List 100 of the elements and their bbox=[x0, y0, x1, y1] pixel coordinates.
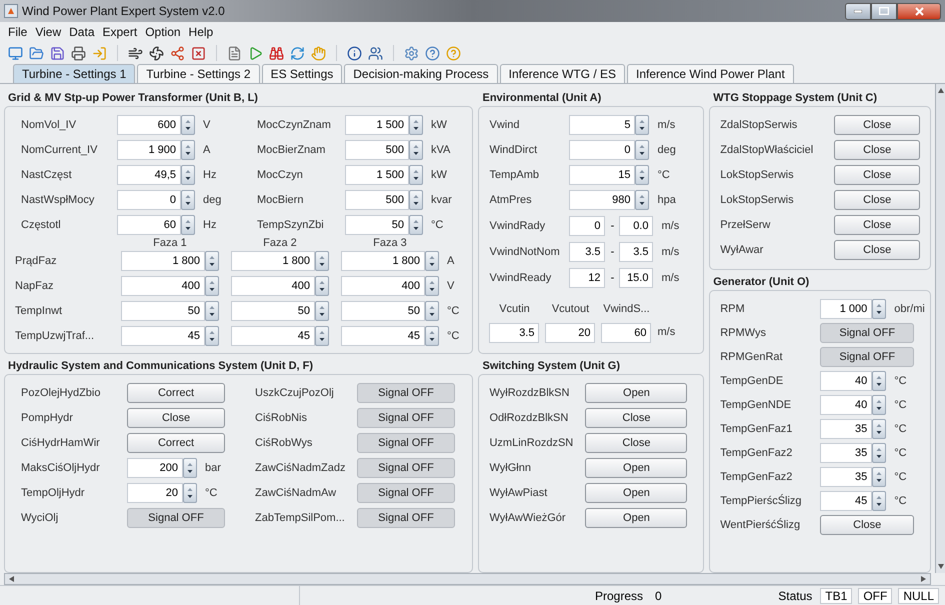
state-button[interactable]: Close bbox=[834, 140, 920, 160]
number-field[interactable]: 49,5 bbox=[117, 165, 181, 185]
scroll-up-icon[interactable] bbox=[938, 88, 944, 93]
state-button[interactable]: Close bbox=[834, 215, 920, 235]
spinner-button[interactable] bbox=[409, 115, 423, 135]
share-icon[interactable] bbox=[170, 46, 185, 60]
number-field[interactable]: 500 bbox=[345, 140, 409, 160]
spinner-button[interactable] bbox=[181, 115, 195, 135]
number-field[interactable]: 3.5 bbox=[569, 242, 606, 262]
number-field[interactable]: 500 bbox=[345, 190, 409, 210]
refresh-icon[interactable] bbox=[290, 46, 305, 60]
minimize-button[interactable] bbox=[845, 2, 871, 20]
spinner-button[interactable] bbox=[425, 326, 439, 346]
number-field[interactable]: 20 bbox=[127, 483, 183, 503]
play-icon[interactable] bbox=[248, 46, 263, 60]
tab[interactable]: Turbine - Settings 1 bbox=[13, 64, 136, 83]
number-field[interactable]: 40 bbox=[820, 371, 872, 391]
number-field[interactable]: 1 800 bbox=[341, 251, 425, 271]
spinner-button[interactable] bbox=[409, 190, 423, 210]
number-field[interactable]: 200 bbox=[127, 458, 183, 478]
spinner-button[interactable] bbox=[872, 443, 886, 463]
scroll-right-icon[interactable] bbox=[921, 576, 926, 582]
number-field[interactable]: 20 bbox=[545, 322, 596, 342]
number-field[interactable]: 1 800 bbox=[121, 251, 205, 271]
folder-icon[interactable] bbox=[29, 46, 44, 60]
settings-icon[interactable] bbox=[404, 46, 419, 60]
spinner-button[interactable] bbox=[872, 395, 886, 415]
number-field[interactable]: 3.5 bbox=[619, 242, 654, 262]
state-button[interactable]: Correct bbox=[127, 383, 225, 403]
spinner-button[interactable] bbox=[315, 276, 329, 296]
state-button[interactable]: Close bbox=[834, 240, 920, 260]
spinner-button[interactable] bbox=[181, 165, 195, 185]
spinner-button[interactable] bbox=[872, 419, 886, 439]
number-field[interactable]: 35 bbox=[820, 443, 872, 463]
save-icon[interactable] bbox=[50, 46, 65, 60]
spinner-button[interactable] bbox=[425, 276, 439, 296]
menu-item[interactable]: Option bbox=[145, 23, 181, 41]
users-icon[interactable] bbox=[368, 46, 383, 60]
signal-button[interactable]: Signal OFF bbox=[820, 347, 914, 367]
signal-button[interactable]: Signal OFF bbox=[357, 433, 455, 453]
spinner-button[interactable] bbox=[205, 301, 219, 321]
monitor-icon[interactable] bbox=[8, 46, 23, 60]
menu-item[interactable]: Help bbox=[188, 23, 214, 41]
number-field[interactable]: 15.0 bbox=[619, 268, 654, 288]
number-field[interactable]: 50 bbox=[121, 301, 205, 321]
number-field[interactable]: 980 bbox=[569, 190, 636, 210]
signal-button[interactable]: Signal OFF bbox=[357, 483, 455, 503]
number-field[interactable]: 0.0 bbox=[619, 216, 654, 236]
number-field[interactable]: 15 bbox=[569, 165, 636, 185]
state-button[interactable]: Close bbox=[585, 433, 688, 453]
spinner-button[interactable] bbox=[315, 301, 329, 321]
spinner-button[interactable] bbox=[635, 190, 650, 210]
printer-icon[interactable] bbox=[71, 46, 86, 60]
state-button[interactable]: Open bbox=[585, 483, 688, 503]
tab[interactable]: Decision-making Process bbox=[344, 64, 498, 83]
signal-button[interactable]: Signal OFF bbox=[357, 508, 455, 528]
number-field[interactable]: 45 bbox=[341, 326, 425, 346]
number-field[interactable]: 12 bbox=[569, 268, 606, 288]
spinner-button[interactable] bbox=[181, 215, 195, 235]
state-button[interactable]: Close bbox=[834, 115, 920, 135]
spinner-button[interactable] bbox=[872, 467, 886, 487]
close-button[interactable] bbox=[897, 2, 941, 20]
spinner-button[interactable] bbox=[409, 140, 423, 160]
spinner-button[interactable] bbox=[635, 115, 650, 135]
number-field[interactable]: 1 500 bbox=[345, 165, 409, 185]
state-button[interactable]: Close bbox=[585, 408, 688, 428]
vertical-scrollbar[interactable] bbox=[935, 84, 945, 573]
wind-icon[interactable] bbox=[128, 46, 143, 60]
state-button[interactable]: Open bbox=[585, 383, 688, 403]
spinner-button[interactable] bbox=[409, 215, 423, 235]
spinner-button[interactable] bbox=[181, 140, 195, 160]
menu-item[interactable]: Expert bbox=[102, 23, 138, 41]
spinner-button[interactable] bbox=[872, 371, 886, 391]
number-field[interactable]: 35 bbox=[820, 419, 872, 439]
scroll-down-icon[interactable] bbox=[938, 564, 944, 569]
tab[interactable]: Inference Wind Power Plant bbox=[627, 64, 794, 83]
window-x-icon[interactable] bbox=[191, 46, 206, 60]
document-icon[interactable] bbox=[227, 46, 242, 60]
number-field[interactable]: 600 bbox=[117, 115, 181, 135]
number-field[interactable]: 60 bbox=[117, 215, 181, 235]
spinner-button[interactable] bbox=[315, 251, 329, 271]
menu-item[interactable]: Data bbox=[69, 23, 94, 41]
spinner-button[interactable] bbox=[205, 251, 219, 271]
spinner-button[interactable] bbox=[635, 165, 650, 185]
signal-button[interactable]: Signal OFF bbox=[357, 458, 455, 478]
number-field[interactable]: 0 bbox=[569, 216, 606, 236]
tab[interactable]: Turbine - Settings 2 bbox=[137, 64, 260, 83]
menu-item[interactable]: File bbox=[8, 23, 28, 41]
number-field[interactable]: 1 000 bbox=[820, 299, 872, 319]
help-icon[interactable] bbox=[425, 46, 440, 60]
signal-button[interactable]: Signal OFF bbox=[820, 323, 914, 343]
scroll-left-icon[interactable] bbox=[9, 576, 14, 582]
spinner-button[interactable] bbox=[872, 491, 886, 511]
tab[interactable]: Inference WTG / ES bbox=[500, 64, 626, 83]
spinner-button[interactable] bbox=[425, 301, 439, 321]
info-icon[interactable] bbox=[347, 46, 362, 60]
spinner-button[interactable] bbox=[425, 251, 439, 271]
binoculars-icon[interactable] bbox=[269, 46, 284, 60]
number-field[interactable]: 400 bbox=[231, 276, 315, 296]
number-field[interactable]: 50 bbox=[341, 301, 425, 321]
